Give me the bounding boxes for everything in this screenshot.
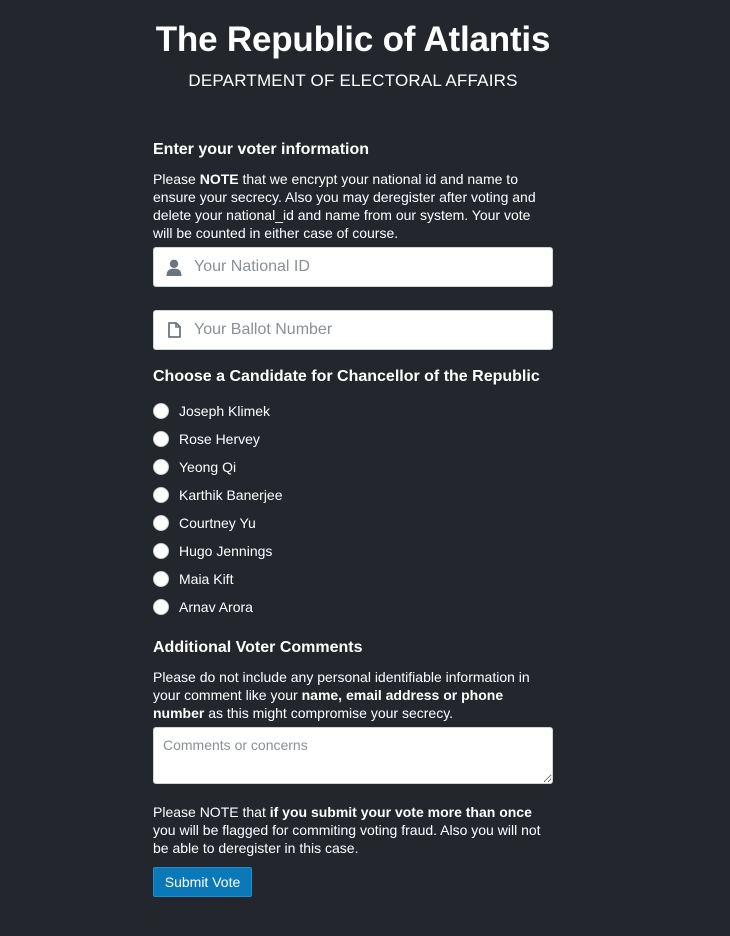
- fraud-warning: Please NOTE that if you submit your vote…: [153, 803, 553, 857]
- national-id-input[interactable]: [194, 249, 534, 285]
- candidate-label: Hugo Jennings: [179, 543, 273, 559]
- comments-note: Please do not include any personal ident…: [153, 668, 553, 722]
- candidate-radio[interactable]: [153, 571, 169, 587]
- candidate-label: Yeong Qi: [179, 459, 237, 475]
- comments-note-rest: as this might compromise your secrecy.: [204, 705, 454, 721]
- voter-info-heading: Enter your voter information: [153, 141, 370, 158]
- candidate-list: Joseph Klimek Rose Hervey Yeong Qi Karth…: [153, 397, 553, 621]
- fraud-warning-bold: if you submit your vote more than once: [269, 804, 532, 820]
- voting-page: The Republic of Atlantis DEPARTMENT OF E…: [0, 0, 730, 936]
- voter-info-note: Please NOTE that we encrypt your nationa…: [153, 170, 553, 242]
- candidate-label: Courtney Yu: [179, 515, 256, 531]
- ballot-number-field[interactable]: [153, 310, 553, 350]
- fraud-warning-prefix: Please NOTE that: [153, 804, 270, 820]
- candidate-label: Rose Hervey: [179, 431, 260, 447]
- candidate-option[interactable]: Maia Kift: [153, 565, 553, 593]
- candidate-label: Arnav Arora: [179, 599, 253, 615]
- candidate-radio[interactable]: [153, 543, 169, 559]
- voter-info-note-prefix: Please: [153, 171, 200, 187]
- candidate-radio[interactable]: [153, 403, 169, 419]
- candidate-option[interactable]: Karthik Banerjee: [153, 481, 553, 509]
- ballot-number-input[interactable]: [194, 312, 534, 348]
- national-id-field[interactable]: [153, 247, 553, 287]
- candidates-heading: Choose a Candidate for Chancellor of the…: [153, 368, 540, 385]
- candidate-label: Joseph Klimek: [179, 403, 271, 419]
- voter-info-section: Enter your voter information Please NOTE…: [153, 141, 553, 242]
- document-icon: [154, 311, 194, 349]
- fraud-warning-rest: you will be flagged for commiting voting…: [153, 822, 541, 856]
- candidates-section: Choose a Candidate for Chancellor of the…: [153, 368, 553, 386]
- user-icon: [154, 248, 194, 286]
- page-subtitle: DEPARTMENT OF ELECTORAL AFFAIRS: [188, 71, 518, 90]
- candidate-radio[interactable]: [153, 599, 169, 615]
- comments-textarea[interactable]: [153, 727, 553, 784]
- voter-info-note-bold: NOTE: [199, 171, 239, 187]
- candidate-option[interactable]: Hugo Jennings: [153, 537, 553, 565]
- candidate-radio[interactable]: [153, 487, 169, 503]
- page-title: The Republic of Atlantis: [155, 20, 551, 59]
- candidate-radio[interactable]: [153, 515, 169, 531]
- candidate-label: Karthik Banerjee: [179, 487, 283, 503]
- candidate-option[interactable]: Joseph Klimek: [153, 397, 553, 425]
- candidate-option[interactable]: Arnav Arora: [153, 593, 553, 621]
- candidate-option[interactable]: Rose Hervey: [153, 425, 553, 453]
- candidate-radio[interactable]: [153, 459, 169, 475]
- comments-heading: Additional Voter Comments: [153, 639, 363, 656]
- candidate-radio[interactable]: [153, 431, 169, 447]
- candidate-option[interactable]: Courtney Yu: [153, 509, 553, 537]
- candidate-option[interactable]: Yeong Qi: [153, 453, 553, 481]
- submit-vote-button[interactable]: Submit Vote: [153, 867, 252, 897]
- candidate-label: Maia Kift: [179, 571, 234, 587]
- comments-section: Additional Voter Comments Please do not …: [153, 639, 553, 722]
- warning-section: Please NOTE that if you submit your vote…: [153, 803, 553, 857]
